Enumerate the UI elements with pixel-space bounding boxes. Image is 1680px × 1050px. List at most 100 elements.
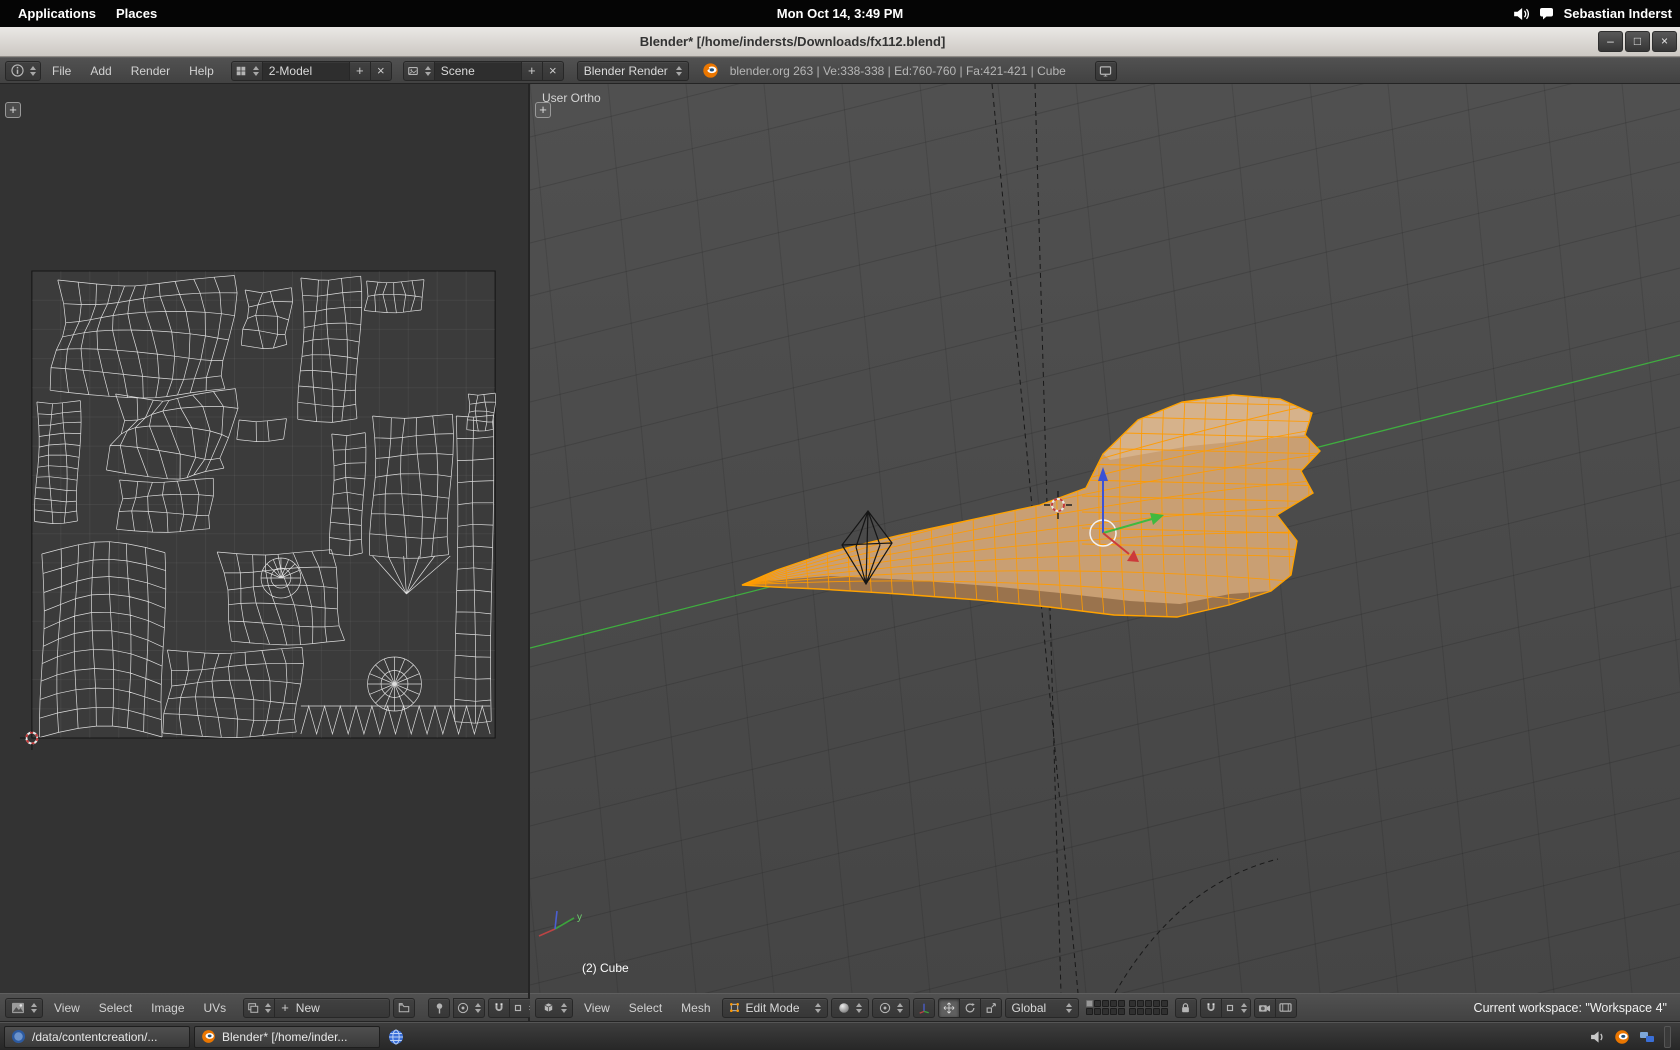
screen-layout-browse-button[interactable] (231, 61, 263, 81)
uv-editor-canvas-wrap: + (0, 84, 528, 993)
transform-orientation-select[interactable]: Global (1005, 998, 1079, 1018)
menu-render[interactable]: Render (123, 58, 178, 84)
translate-manipulator-button[interactable] (938, 998, 960, 1018)
uv-menu-uvs[interactable]: UVs (196, 995, 235, 1021)
layer-cell[interactable] (1094, 1008, 1101, 1015)
layer-cell[interactable] (1110, 1008, 1117, 1015)
editor-type-3dview-button[interactable] (535, 998, 573, 1018)
window-title: Blender* [/home/indersts/Downloads/fx112… (0, 34, 1585, 49)
uv-editor-canvas[interactable] (0, 84, 528, 993)
tray-blender-icon[interactable] (1614, 1029, 1630, 1045)
pivot-point-select[interactable] (872, 998, 910, 1018)
uv-editor-header: View Select Image UVs + New (0, 993, 528, 1022)
viewport-shading-select[interactable] (831, 998, 869, 1018)
layer-cell[interactable] (1118, 1008, 1125, 1015)
scale-manipulator-button[interactable] (980, 998, 1002, 1018)
show-desktop-button[interactable] (1664, 1026, 1671, 1048)
layer-cell[interactable] (1145, 1008, 1152, 1015)
taskbar-item-files[interactable]: /data/contentcreation/... (4, 1026, 190, 1048)
layer-cell[interactable] (1137, 1000, 1144, 1007)
image-open-button[interactable] (393, 998, 415, 1018)
scene-name-field[interactable]: Scene (434, 61, 522, 81)
scene-add-button[interactable]: + (521, 61, 543, 81)
render-opengl-button[interactable] (1254, 998, 1276, 1018)
taskbar-item-blender[interactable]: Blender* [/home/inder... (194, 1026, 380, 1048)
editor-type-image-button[interactable] (5, 998, 43, 1018)
screen-capture-icon (1099, 65, 1112, 77)
layer-cell[interactable] (1110, 1000, 1117, 1007)
tray-volume-icon[interactable] (1590, 1030, 1605, 1044)
snap-element-select[interactable] (1221, 998, 1251, 1018)
uv-menu-image[interactable]: Image (143, 995, 192, 1021)
vp-menu-mesh[interactable]: Mesh (673, 995, 718, 1021)
dropdown-arrows-icon (897, 1003, 903, 1013)
layer-cell[interactable] (1161, 1000, 1168, 1007)
dropdown-arrows-icon (425, 66, 431, 76)
lock-icon (1180, 1002, 1191, 1014)
expand-region-button[interactable]: + (535, 102, 551, 118)
user-menu[interactable]: Sebastian Inderst (1564, 6, 1672, 21)
scene-browse-button[interactable] (403, 61, 435, 81)
snap-toggle-button[interactable] (1200, 998, 1222, 1018)
layer-cell[interactable] (1102, 1000, 1109, 1007)
dropdown-arrows-icon (676, 66, 682, 76)
layer-cell[interactable] (1129, 1000, 1136, 1007)
layer-cell[interactable] (1153, 1008, 1160, 1015)
user-status-icon[interactable] (1539, 7, 1554, 20)
vp-menu-view[interactable]: View (576, 995, 618, 1021)
rotate-manipulator-button[interactable] (959, 998, 981, 1018)
editor-type-info-button[interactable] (5, 61, 41, 81)
menu-help[interactable]: Help (181, 58, 222, 84)
screen-layout-add-button[interactable]: + (349, 61, 371, 81)
interaction-mode-select[interactable]: Edit Mode (722, 998, 828, 1018)
uv-pivot-select[interactable] (453, 998, 485, 1018)
uv-menu-select[interactable]: Select (91, 995, 140, 1021)
volume-icon[interactable] (1513, 7, 1529, 21)
places-menu[interactable]: Places (106, 6, 167, 21)
layer-cell[interactable] (1118, 1000, 1125, 1007)
dropdown-arrows-icon (856, 1003, 862, 1013)
dropdown-arrows-icon (561, 1003, 567, 1013)
minimize-button[interactable]: – (1598, 31, 1623, 52)
menu-add[interactable]: Add (82, 58, 119, 84)
screen-layout-delete-button[interactable]: × (370, 61, 392, 81)
applications-menu[interactable]: Applications (8, 6, 106, 21)
layer-cell[interactable] (1086, 1000, 1093, 1007)
viewport-canvas[interactable]: y User Ortho (2) Cube (530, 84, 1680, 993)
image-pin-button[interactable] (428, 998, 450, 1018)
tray-network-icon[interactable] (1639, 1030, 1655, 1044)
image-new-button[interactable]: + New (274, 998, 390, 1018)
render-opengl-animation-button[interactable] (1275, 998, 1297, 1018)
close-button[interactable]: × (1652, 31, 1677, 52)
layer-cell[interactable] (1129, 1008, 1136, 1015)
scene-delete-button[interactable]: × (542, 61, 564, 81)
render-engine-select[interactable]: Blender Render (577, 61, 689, 81)
edit-mode-icon (729, 1002, 740, 1013)
layer-cell[interactable] (1102, 1008, 1109, 1015)
layer-cell[interactable] (1161, 1008, 1168, 1015)
maximize-button[interactable]: □ (1625, 31, 1650, 52)
screencast-button[interactable] (1095, 61, 1117, 81)
screen-layout-name-field[interactable]: 2-Model (262, 61, 350, 81)
layer-cell[interactable] (1086, 1008, 1093, 1015)
layer-cell[interactable] (1137, 1008, 1144, 1015)
taskbar: /data/contentcreation/... Blender* [/hom… (0, 1022, 1680, 1050)
expand-region-button[interactable]: + (5, 102, 21, 118)
uv-menu-view[interactable]: View (46, 995, 88, 1021)
manipulator-toggle-button[interactable] (913, 998, 935, 1018)
window-title-bar[interactable]: Blender* [/home/indersts/Downloads/fx112… (0, 27, 1680, 57)
layer-cell[interactable] (1094, 1000, 1101, 1007)
layer-cell[interactable] (1145, 1000, 1152, 1007)
desktop: Applications Places Mon Oct 14, 3:49 PM … (0, 0, 1680, 1050)
dropdown-arrows-icon (1066, 1003, 1072, 1013)
clock[interactable]: Mon Oct 14, 3:49 PM (777, 6, 903, 21)
menu-file[interactable]: File (44, 58, 79, 84)
file-manager-icon (11, 1029, 26, 1044)
image-browse-button[interactable] (243, 998, 275, 1018)
taskbar-item-browser[interactable] (384, 1026, 408, 1048)
uv-snap-toggle-button[interactable] (488, 998, 510, 1018)
vp-menu-select[interactable]: Select (621, 995, 670, 1021)
lock-to-scene-button[interactable] (1175, 998, 1197, 1018)
view-name-label: User Ortho (542, 91, 601, 105)
layer-cell[interactable] (1153, 1000, 1160, 1007)
